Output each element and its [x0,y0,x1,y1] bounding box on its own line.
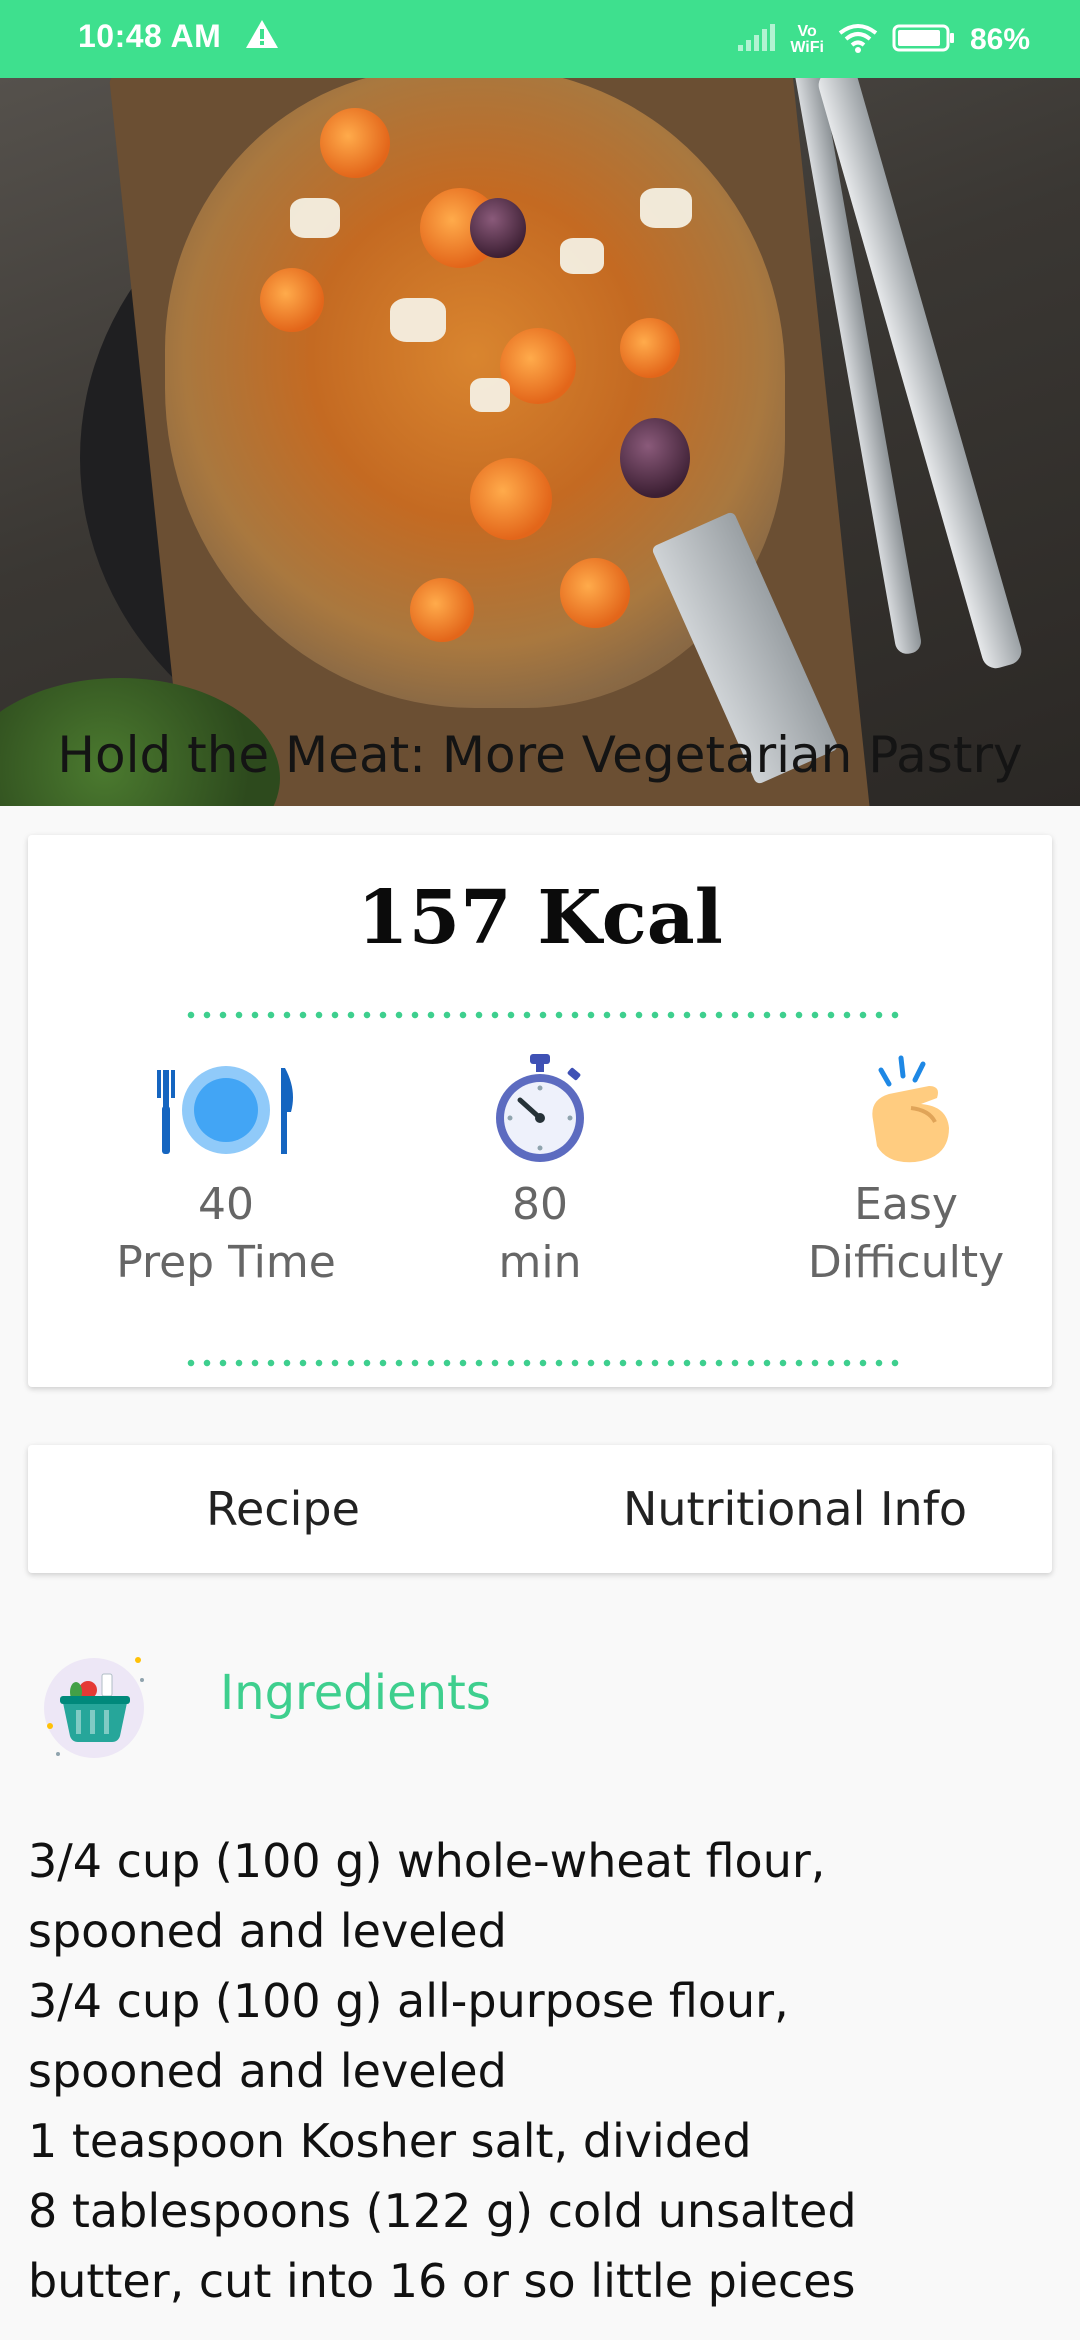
stat-difficulty-value: Easy [854,1179,958,1230]
snap-hand-icon [756,1050,1056,1170]
basket-icon [42,1650,152,1760]
ingredient-line: 8 tablespoons (122 g) cold unsalted [28,2184,857,2238]
dotted-divider [183,1011,899,1019]
carrot-slice [410,578,474,642]
stat-duration-label: min [498,1237,582,1288]
vowifi-vo: Vo [797,23,817,40]
stat-prep-time: 40 Prep Time [76,1050,376,1292]
carrot-slice [470,458,552,540]
stopwatch-icon [390,1050,690,1170]
stats-card: 157 Kcal 40 Prep Time 80 min Easy Diffic… [28,835,1052,1387]
ingredient-line: 3/4 cup (100 g) whole-wheat flour, [28,1834,826,1888]
feta-crumble [290,198,340,238]
onion [620,418,690,498]
feta-crumble [470,378,510,412]
ingredient-line: 3/4 cup (100 g) all-purpose flour, [28,1974,789,2028]
status-bar: 10:48 AM Vo WiFi 86% [0,0,1080,78]
carrot-slice [620,318,680,378]
ingredient-line: spooned and leveled [28,1904,507,1958]
tab-bar: Recipe Nutritional Info [28,1445,1052,1573]
plate-cutlery-icon [76,1050,376,1170]
stat-duration: 80 min [390,1050,690,1292]
carrot-slice [500,328,576,404]
ingredient-list: 3/4 cup (100 g) whole-wheat flour, spoon… [28,1826,1028,2316]
carrot-slice [260,268,324,332]
feta-crumble [640,188,692,228]
fork [815,78,1025,672]
kcal-value: 157 Kcal [357,875,723,961]
carrot-slice [320,108,390,178]
stat-difficulty-label: Difficulty [807,1237,1005,1288]
hero-image: Hold the Meat: More Vegetarian Pastry Re… [0,78,1080,806]
stat-duration-value: 80 [512,1179,568,1230]
vowifi-wifi: WiFi [790,39,824,56]
carrot-slice [560,558,630,628]
dotted-divider [183,1359,899,1367]
ingredient-line: butter, cut into 16 or so little pieces [28,2254,856,2308]
status-icons: Vo WiFi 86% [736,18,1030,62]
ingredients-title: Ingredients [220,1665,491,1721]
warning-icon [244,18,280,55]
stat-prep-time-label: Prep Time [116,1237,336,1288]
wifi-icon [838,23,878,58]
stat-difficulty: Easy Difficulty [756,1050,1056,1292]
vowifi-icon: Vo WiFi [790,24,824,56]
feta-crumble [560,238,604,274]
feta-crumble [390,298,446,342]
tab-recipe[interactable]: Recipe [28,1445,538,1573]
ingredient-line: spooned and leveled [28,2044,507,2098]
recipe-title: Hold the Meat: More Vegetarian Pastry Re… [57,726,1023,806]
tab-nutritional-info[interactable]: Nutritional Info [538,1445,1052,1573]
onion [470,198,526,258]
stat-prep-time-value: 40 [198,1179,254,1230]
ingredient-line: 1 teaspoon Kosher salt, divided [28,2114,752,2168]
status-time: 10:48 AM [78,18,222,54]
battery-icon [892,23,956,58]
signal-icon [736,23,776,58]
battery-percent: 86% [969,23,1030,56]
